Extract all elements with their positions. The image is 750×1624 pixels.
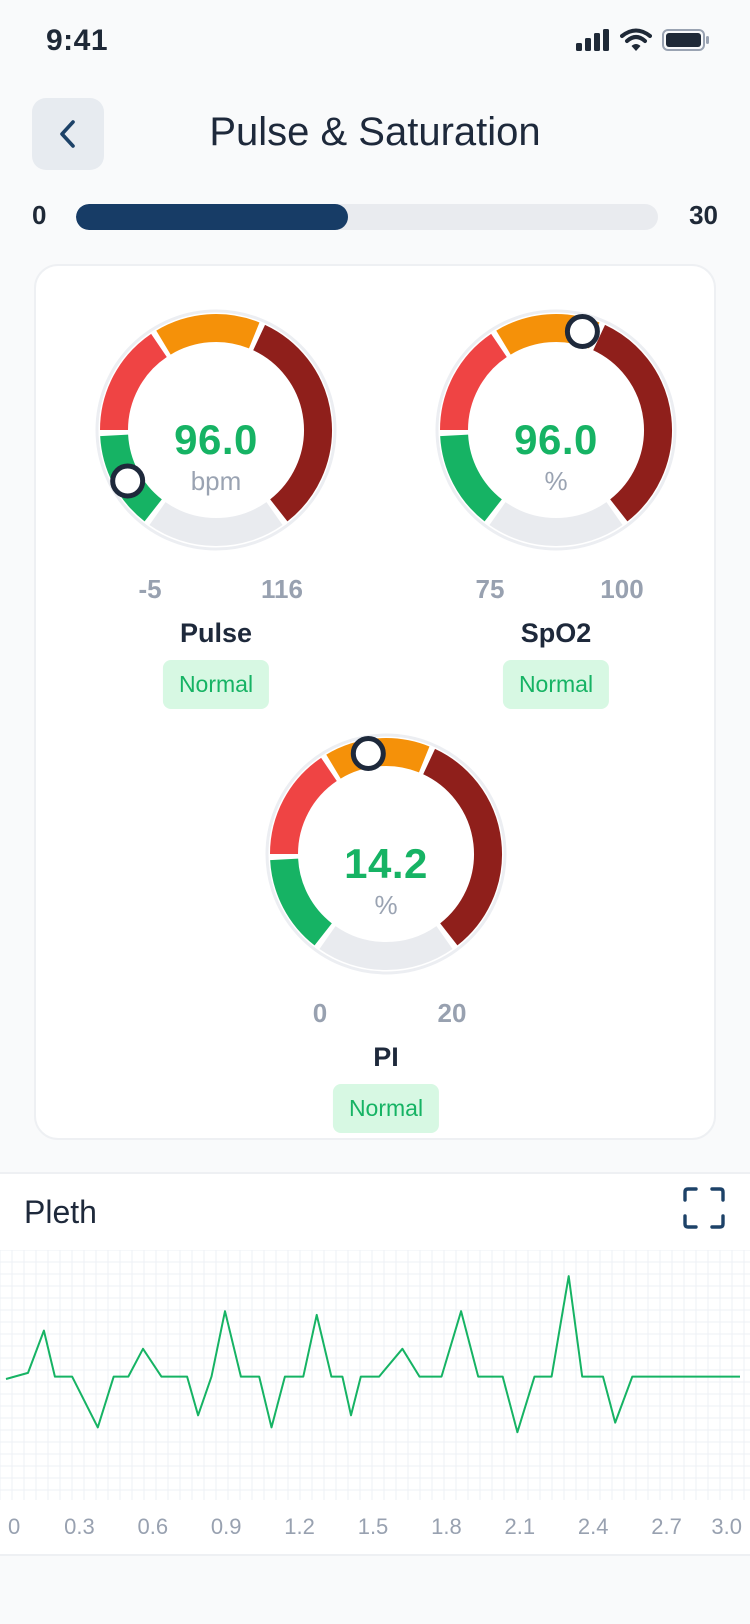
gauge-indicator bbox=[564, 313, 600, 349]
gauge-label: SpO2 bbox=[520, 618, 592, 648]
signal-icon bbox=[576, 29, 609, 51]
header: Pulse & Saturation bbox=[0, 96, 750, 170]
x-tick-label: 0.6 bbox=[138, 1514, 169, 1539]
status-badge: Normal bbox=[332, 1084, 440, 1133]
pi-gauge: 14.2 % 0 20 PI Normal bbox=[246, 714, 526, 1133]
wifi-icon bbox=[620, 28, 652, 51]
status-time: 9:41 bbox=[46, 24, 109, 57]
status-icons bbox=[576, 28, 710, 52]
gauge-unit: bpm bbox=[190, 466, 242, 496]
battery-icon bbox=[662, 29, 709, 51]
gauge-track-segment bbox=[149, 501, 283, 546]
status-badge: Normal bbox=[162, 660, 270, 709]
gauge-label: PI bbox=[373, 1042, 399, 1072]
gauge-min-label: 0 bbox=[312, 998, 328, 1028]
gauge-min-label: 75 bbox=[475, 574, 505, 604]
chart-background bbox=[0, 1250, 750, 1500]
gauge-value: 14.2 bbox=[344, 840, 428, 887]
status-badge: Normal bbox=[502, 660, 610, 709]
gauge-track-segment bbox=[319, 925, 453, 970]
progress-fill bbox=[76, 204, 348, 230]
gauges-card: 96.0 bpm -5 116 Pulse Normal 96.0 % 75 1… bbox=[34, 264, 716, 1140]
progress-max-label: 30 bbox=[689, 200, 718, 230]
x-tick-label: 0.9 bbox=[211, 1514, 242, 1539]
progress-track bbox=[76, 204, 658, 230]
x-tick-label: 2.7 bbox=[651, 1514, 682, 1539]
gauge-max-label: 20 bbox=[437, 998, 467, 1028]
x-axis-ticks: 0 0.3 0.6 0.9 1.2 1.5 1.8 2.1 2.4 2.7 3.0 bbox=[8, 1514, 742, 1539]
pleth-title: Pleth bbox=[24, 1194, 97, 1230]
gauge-orange-segment bbox=[156, 314, 260, 355]
x-tick-label: 0.3 bbox=[64, 1514, 95, 1539]
gauge-label: Pulse bbox=[179, 618, 253, 648]
pulse-gauge: 96.0 bpm -5 116 Pulse Normal bbox=[76, 290, 356, 709]
status-bar: 9:41 bbox=[0, 0, 750, 88]
fullscreen-button[interactable] bbox=[682, 1186, 726, 1230]
x-tick-label: 2.1 bbox=[505, 1514, 536, 1539]
session-progress: 0 30 bbox=[0, 196, 750, 236]
gauge-track-segment bbox=[489, 501, 623, 546]
pleth-chart: 0 0.3 0.6 0.9 1.2 1.5 1.8 2.1 2.4 2.7 3.0 bbox=[0, 1250, 750, 1539]
x-tick-label: 0 bbox=[8, 1514, 20, 1539]
chart-grid bbox=[0, 1250, 750, 1500]
gauge-value: 96.0 bbox=[174, 416, 258, 463]
gauge-unit: % bbox=[374, 890, 398, 920]
page-title: Pulse & Saturation bbox=[209, 110, 541, 154]
spo2-gauge: 96.0 % 75 100 SpO2 Normal bbox=[416, 290, 696, 709]
gauge-unit: % bbox=[544, 466, 568, 496]
progress-min-label: 0 bbox=[32, 200, 47, 230]
x-tick-label: 1.2 bbox=[284, 1514, 315, 1539]
x-tick-label: 3.0 bbox=[711, 1514, 742, 1539]
gauge-min-label: -5 bbox=[138, 574, 162, 604]
gauge-indicator bbox=[350, 736, 386, 772]
x-tick-label: 2.4 bbox=[578, 1514, 609, 1539]
fullscreen-icon bbox=[683, 1187, 725, 1229]
pleth-panel: Pleth 0 0.3 0.6 0.9 1.2 1.5 1.8 2.1 2.4 2.7 3.0 bbox=[0, 1172, 750, 1556]
gauge-value: 96.0 bbox=[514, 416, 598, 463]
x-tick-label: 1.8 bbox=[431, 1514, 462, 1539]
gauge-max-label: 100 bbox=[600, 574, 644, 604]
gauge-max-label: 116 bbox=[261, 574, 303, 604]
x-tick-label: 1.5 bbox=[358, 1514, 389, 1539]
